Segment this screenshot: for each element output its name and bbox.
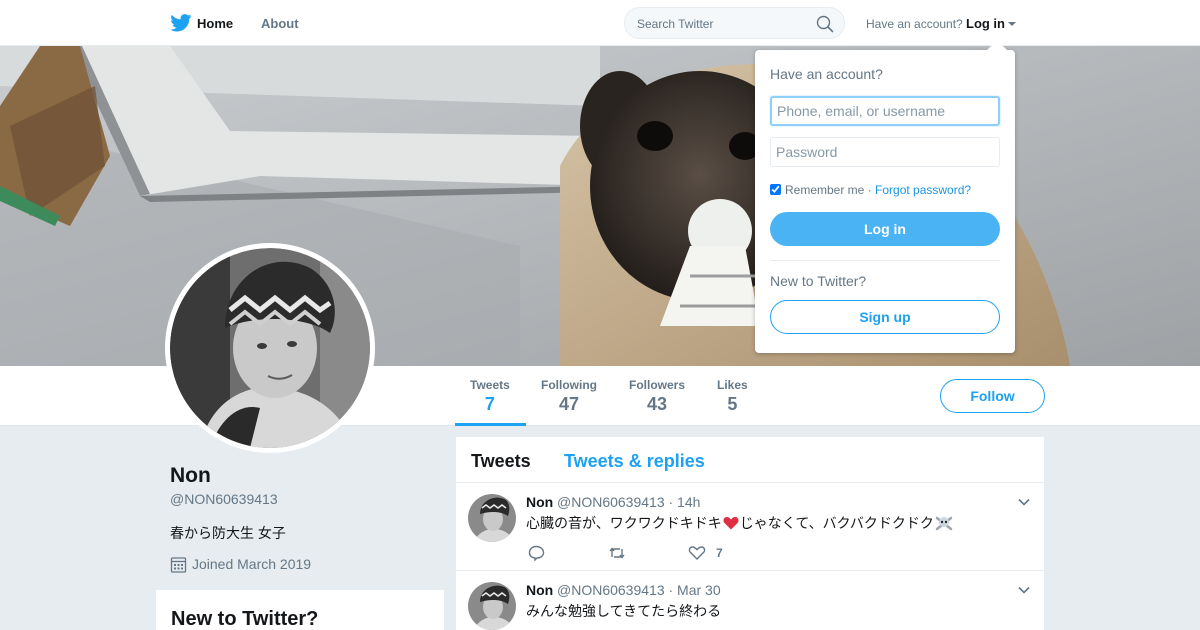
have-account-text: Have an account? [866,17,963,31]
twitter-bird-icon[interactable] [170,14,192,32]
divider [770,260,1000,261]
tweet-text: みんな勉強してきてたら終わる [526,603,722,619]
new-to-twitter-text: New to Twitter? [770,273,867,289]
profile-bio: 春から防大生 女子 [170,525,286,541]
stat-label: Likes [717,378,748,392]
tweet-avatar[interactable] [468,582,516,630]
login-link[interactable]: Log in [966,16,1005,31]
forgot-password-link[interactable]: Forgot password? [875,183,971,197]
stat-tweets[interactable]: Tweets 7 [470,378,510,415]
remember-me-checkbox[interactable] [770,184,781,195]
stat-following[interactable]: Following 47 [541,378,597,415]
tweet-item[interactable]: Non @NON60639413 · 14h 心臓の音が、ワクワクドキドキ じゃな… [456,484,1044,571]
top-navigation: Home About Have an account? Log in [0,0,1200,46]
password-field[interactable] [770,137,1000,167]
profile-joined-date: Joined March 2019 [192,556,312,572]
stat-value: 5 [727,394,738,414]
login-dropdown-title: Have an account? [770,66,883,82]
nav-home-link[interactable]: Home [197,16,233,31]
login-dropdown: Have an account? Remember me · Forgot pa… [755,40,1015,353]
profile-handle: @NON60639413 [170,491,278,507]
avatar-thumbnail [468,494,516,542]
stat-label: Followers [629,378,686,392]
stat-followers[interactable]: Followers 43 [629,378,685,415]
tweet-text-part: じゃなくて、バクバクドクドク [739,515,934,531]
chevron-down-icon[interactable] [1018,586,1030,594]
stat-likes[interactable]: Likes 5 [717,378,748,415]
stat-value: 47 [558,394,580,414]
stat-label: Tweets [470,378,510,392]
active-tab-indicator [455,423,526,426]
stat-label: Following [541,378,597,392]
tweet-author-name[interactable]: Non [526,494,553,510]
remember-me-row: Remember me · Forgot password? [770,183,971,197]
chevron-down-icon[interactable] [1008,22,1016,26]
tweet-handle-time[interactable]: @NON60639413 · Mar 30 [557,582,721,598]
tweet-text: 心臓の音が、ワクワクドキドキ じゃなくて、バクバクドクドク [526,513,953,533]
tab-tweets[interactable]: Tweets [471,451,531,472]
login-button[interactable]: Log in [770,212,1000,246]
timeline-tabs: Tweets Tweets & replies [456,437,1044,483]
stat-value: 43 [646,394,668,414]
skull-crossbones-emoji [935,516,953,531]
profile-avatar[interactable] [165,243,375,453]
like-count: 7 [716,546,723,560]
stat-value: 7 [484,394,495,414]
profile-name: Non [170,464,211,487]
signup-button[interactable]: Sign up [770,300,1000,334]
new-to-twitter-box: New to Twitter? [156,590,444,630]
separator: · [864,183,876,197]
tweet-text-part: 心臓の音が、ワクワクドキドキ [526,515,722,531]
tweet-handle-time[interactable]: @NON60639413 · 14h [557,494,700,510]
follow-button[interactable]: Follow [940,379,1045,413]
heart-icon[interactable] [688,545,706,561]
timeline: Tweets Tweets & replies Non @NON60639413… [456,437,1044,630]
username-field[interactable] [770,96,1000,126]
tweet-avatar[interactable] [468,494,516,542]
search-input[interactable] [637,15,817,33]
search-icon[interactable] [816,15,834,33]
chevron-down-icon[interactable] [1018,498,1030,506]
red-heart-emoji [723,517,739,530]
tweet-author-name[interactable]: Non [526,582,553,598]
retweet-icon[interactable] [608,545,626,561]
new-to-twitter-title: New to Twitter? [171,608,319,630]
calendar-icon [170,557,187,573]
remember-me-label[interactable]: Remember me [785,183,864,197]
nav-about-link[interactable]: About [261,16,299,31]
tweet-item[interactable]: Non @NON60639413 · Mar 30 みんな勉強してきてたら終わる [456,572,1044,630]
reply-icon[interactable] [528,545,546,561]
avatar-thumbnail [468,582,516,630]
search-box [624,7,845,39]
tab-tweets-and-replies[interactable]: Tweets & replies [564,451,705,472]
avatar-image [170,248,370,448]
